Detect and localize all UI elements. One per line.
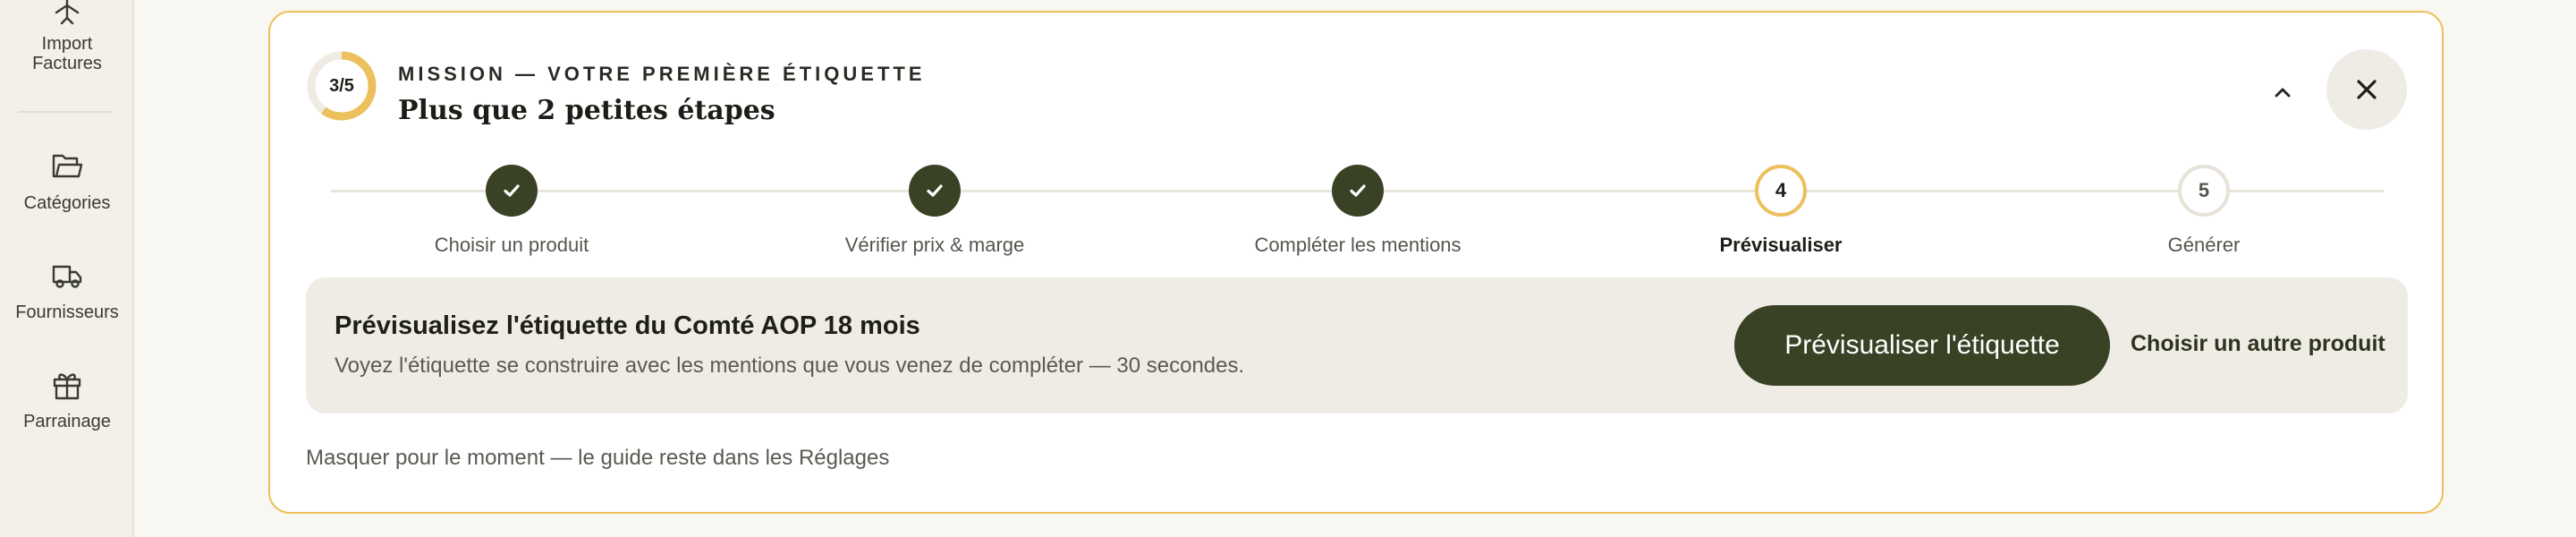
step-done-marker (486, 165, 538, 217)
mission-progress-text: 3/5 (329, 75, 354, 96)
step-completer-mentions[interactable]: Compléter les mentions (1197, 165, 1519, 257)
sidebar-divider (18, 111, 113, 113)
mission-card: 3/5 MISSION — VOTRE PREMIÈRE ÉTIQUETTE P… (268, 11, 2444, 514)
step-label: Générer (2167, 234, 2241, 256)
mission-eyebrow: MISSION — VOTRE PREMIÈRE ÉTIQUETTE (398, 63, 926, 85)
folder-icon (52, 154, 83, 178)
sidebar-item-fournisseurs[interactable]: Fournisseurs (0, 258, 134, 322)
step-generer[interactable]: 5 Générer (2043, 165, 2365, 257)
plane-icon (55, 0, 80, 25)
sidebar-item-parrainage[interactable]: Parrainage (0, 367, 134, 431)
check-icon (1350, 184, 1366, 197)
step-label: Compléter les mentions (1254, 234, 1462, 256)
sidebar: Import Factures Catégories Fournisseurs … (0, 0, 134, 537)
step-done-marker (909, 165, 961, 217)
sidebar-item-label: Fournisseurs (15, 303, 119, 322)
choose-other-product-link[interactable]: Choisir un autre produit (2131, 331, 2385, 357)
check-icon (927, 184, 943, 197)
step-todo-marker: 5 (2178, 165, 2230, 217)
sidebar-item-label: Import Factures (32, 34, 102, 73)
step-previsualiser[interactable]: 4 Prévisualiser (1620, 165, 1942, 257)
collapse-button[interactable] (2265, 75, 2301, 111)
step-choisir-produit[interactable]: Choisir un produit (351, 165, 673, 257)
sidebar-item-label: Parrainage (23, 412, 111, 431)
mission-title: Plus que 2 petites étapes (398, 95, 775, 126)
truck-icon (52, 265, 82, 288)
step-verifier-prix[interactable]: Vérifier prix & marge (774, 165, 1096, 257)
step-label: Vérifier prix & marge (844, 234, 1025, 256)
sidebar-item-label: Catégories (23, 193, 111, 213)
step-done-marker (1332, 165, 1384, 217)
step-label: Choisir un produit (434, 234, 589, 256)
action-panel: Prévisualisez l'étiquette du Comté AOP 1… (306, 277, 2408, 413)
action-panel-description: Voyez l'étiquette se construire avec les… (335, 354, 1245, 378)
step-current-marker: 4 (1755, 165, 1807, 217)
chevron-up-icon (2275, 88, 2291, 98)
preview-label-button[interactable]: Prévisualiser l'étiquette (1734, 305, 2110, 386)
sidebar-item-import-factures[interactable]: Import Factures (0, 0, 134, 73)
mission-progress-ring: 3/5 (306, 50, 377, 122)
gift-icon (53, 373, 81, 400)
close-icon (2357, 80, 2377, 99)
step-label: Prévisualiser (1719, 234, 1843, 256)
dismiss-guide-link[interactable]: Masquer pour le moment — le guide reste … (306, 446, 889, 471)
close-button[interactable] (2326, 49, 2407, 130)
sidebar-item-categories[interactable]: Catégories (0, 149, 134, 213)
check-icon (504, 184, 520, 197)
action-panel-title: Prévisualisez l'étiquette du Comté AOP 1… (335, 311, 920, 340)
